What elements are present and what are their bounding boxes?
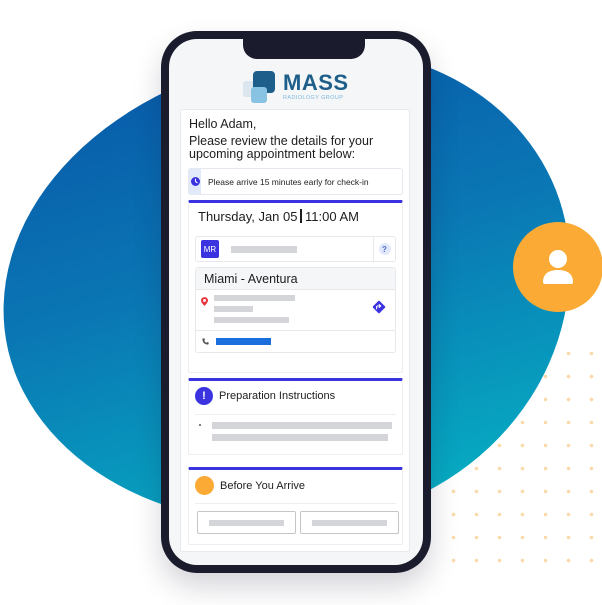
appointment-day: Thursday, Jan 05 [198, 209, 298, 224]
divider [195, 503, 396, 504]
before-arrive-title: Before You Arrive [220, 479, 306, 492]
phone-screen: MASS RADIOLOGY GROUP Hello Adam, Please … [169, 39, 423, 565]
clock-icon [190, 177, 200, 186]
phone-number-link[interactable] [216, 338, 271, 345]
provider-row: MR ? [195, 236, 396, 262]
greeting: Hello Adam, [189, 117, 257, 131]
directions-icon[interactable] [372, 300, 386, 314]
instruction-placeholder [212, 434, 388, 441]
map-pin-icon [201, 297, 208, 306]
user-avatar-badge [513, 222, 602, 312]
phone-mockup: MASS RADIOLOGY GROUP Hello Adam, Please … [161, 31, 431, 573]
help-button[interactable]: ? [378, 243, 391, 255]
preparation-list [199, 422, 392, 446]
phone-icon [202, 338, 209, 345]
instruction-placeholder [212, 422, 392, 429]
divider [300, 209, 302, 223]
preparation-card: ! Preparation Instructions [188, 378, 403, 455]
brand-tagline: RADIOLOGY GROUP [283, 95, 344, 102]
arrival-notice: Please arrive 15 minutes early for check… [188, 168, 403, 195]
provider-name-placeholder [231, 245, 297, 253]
preparation-title: Preparation Instructions [219, 390, 336, 402]
appointment-time: 11:00 AM [304, 209, 359, 224]
exclamation-icon: ! [195, 387, 213, 405]
brand-logo: MASS RADIOLOGY GROUP [241, 67, 349, 107]
status-dot-icon [195, 476, 214, 495]
provider-initials-badge: MR [201, 240, 219, 258]
brand-name: MASS [283, 70, 349, 96]
appointment-datetime: Thursday, Jan 05 11:00 AM [198, 209, 359, 224]
phone-notch [243, 39, 365, 59]
location-name: Miami - Aventura [196, 268, 395, 290]
action-button-2[interactable] [300, 511, 399, 534]
notice-text: Please arrive 15 minutes early for check… [208, 176, 369, 187]
user-icon [543, 250, 573, 284]
address-placeholder [214, 295, 295, 328]
action-button-1[interactable] [197, 511, 296, 534]
intro-text: Please review the details for your upcom… [189, 134, 374, 161]
bullet [199, 424, 201, 426]
before-you-arrive-card: Before You Arrive [188, 467, 403, 545]
location-box: Miami - Aventura [195, 267, 396, 353]
divider [195, 414, 396, 415]
appointment-card: Thursday, Jan 05 11:00 AM MR ? Miami - Av… [188, 200, 403, 373]
logo-mark-icon [241, 69, 279, 105]
appointment-email: Hello Adam, Please review the details fo… [180, 109, 410, 552]
